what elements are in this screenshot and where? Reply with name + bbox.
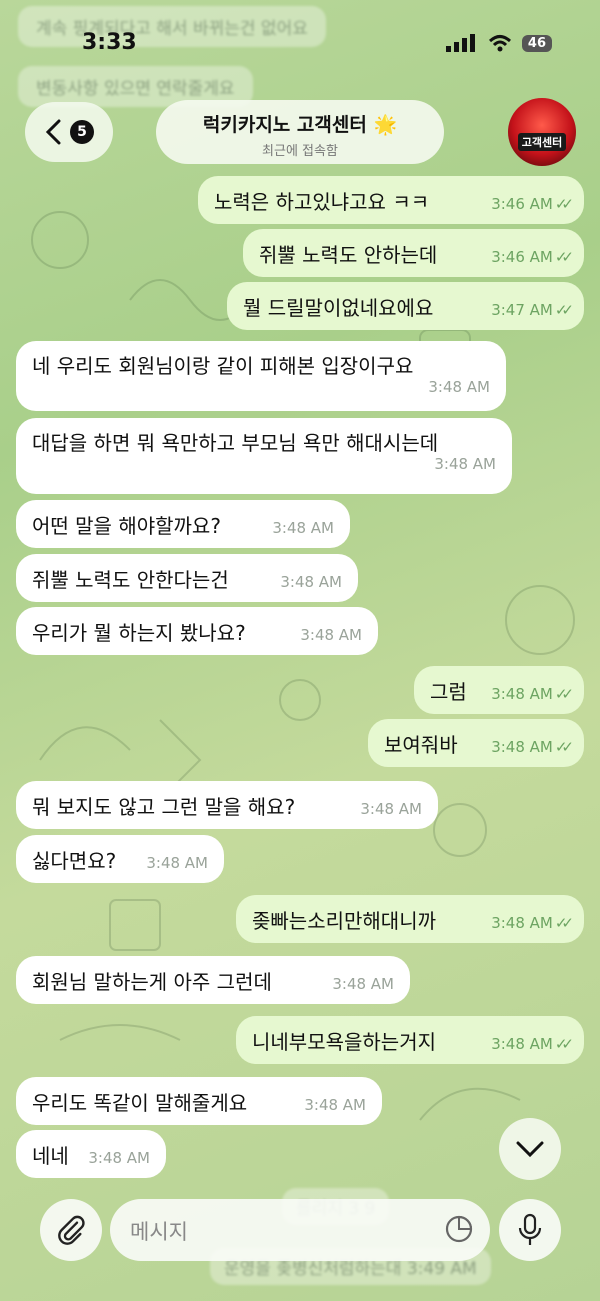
chat-title: 럭키카지노 고객센터 🌟 bbox=[202, 114, 398, 136]
message-time: 3:48 AM bbox=[491, 738, 553, 756]
message-meta: 3:48 AM ✓✓ bbox=[491, 730, 574, 756]
message-time: 3:48 AM bbox=[434, 455, 496, 473]
read-check-icon: ✓✓ bbox=[554, 195, 574, 213]
message-meta: 3:48 AM bbox=[88, 1141, 150, 1167]
chat-title-area[interactable]: 럭키카지노 고객센터 🌟 최근에 접속함 bbox=[156, 100, 444, 164]
outgoing-message[interactable]: 니네부모욕을하는거지 3:48 AM ✓✓ bbox=[236, 1016, 584, 1064]
incoming-message[interactable]: 회원님 말하는게 아주 그런데 3:48 AM bbox=[16, 956, 410, 1004]
message-text: 회원님 말하는게 아주 그런데 bbox=[32, 969, 272, 994]
message-time: 3:46 AM bbox=[491, 248, 553, 266]
message-time: 3:48 AM bbox=[360, 800, 422, 818]
message-text: 니네부모욕을하는거지 bbox=[252, 1029, 436, 1054]
outgoing-message[interactable]: 노력은 하고있냐고요 ㅋㅋ 3:46 AM ✓✓ bbox=[198, 176, 584, 224]
read-check-icon: ✓✓ bbox=[554, 248, 574, 266]
avatar[interactable]: 고객센터 bbox=[508, 98, 576, 166]
message-text: 우리가 뭘 하는지 봤나요? bbox=[32, 620, 246, 645]
incoming-message[interactable]: 쥐뿔 노력도 안한다는건 3:48 AM bbox=[16, 554, 358, 602]
message-meta: 3:48 AM bbox=[280, 565, 342, 591]
message-time: 3:48 AM bbox=[88, 1149, 150, 1167]
message-time: 3:47 AM bbox=[491, 301, 553, 319]
message-meta: 3:48 AM bbox=[304, 1088, 366, 1114]
back-button[interactable]: 5 bbox=[25, 102, 113, 162]
message-text: 노력은 하고있냐고요 ㅋㅋ bbox=[214, 189, 430, 214]
status-bar: 3:33 46 bbox=[0, 0, 600, 80]
message-text: 좆빠는소리만해대니까 bbox=[252, 908, 436, 933]
incoming-message[interactable]: 네 우리도 회원님이랑 같이 피해본 입장이구요 3:48 AM bbox=[16, 341, 506, 411]
chevron-left-icon bbox=[45, 119, 61, 145]
incoming-message[interactable]: 어떤 말을 해야할까요? 3:48 AM bbox=[16, 500, 350, 548]
message-time: 3:48 AM bbox=[300, 626, 362, 644]
read-check-icon: ✓✓ bbox=[554, 1035, 574, 1053]
message-meta: 3:48 AM bbox=[428, 378, 490, 396]
message-meta: 3:48 AM bbox=[146, 846, 208, 872]
message-text: 네 우리도 회원님이랑 같이 피해본 입장이구요 bbox=[32, 354, 414, 378]
incoming-message[interactable]: 우리가 뭘 하는지 봤나요? 3:48 AM bbox=[16, 607, 378, 655]
message-time: 3:48 AM bbox=[491, 685, 553, 703]
message-text: 싫다면요? bbox=[32, 848, 117, 873]
incoming-message[interactable]: 싫다면요? 3:48 AM bbox=[16, 835, 224, 883]
read-check-icon: ✓✓ bbox=[554, 914, 574, 932]
message-input-placeholder: 메시지 bbox=[130, 1220, 188, 1244]
microphone-icon bbox=[518, 1213, 542, 1245]
message-text: 네네 bbox=[32, 1143, 69, 1168]
message-meta: 3:48 AM bbox=[360, 792, 422, 818]
message-meta: 3:48 AM bbox=[272, 511, 334, 537]
message-time: 3:48 AM bbox=[304, 1096, 366, 1114]
chat-subtitle: 최근에 접속함 bbox=[262, 144, 338, 159]
message-time: 3:48 AM bbox=[491, 914, 553, 932]
outgoing-message[interactable]: 보여줘바 3:48 AM ✓✓ bbox=[368, 719, 584, 767]
message-meta: 3:46 AM ✓✓ bbox=[491, 240, 574, 266]
incoming-message[interactable]: 대답을 하면 뭐 욕만하고 부모님 욕만 해대시는데 3:48 AM bbox=[16, 418, 512, 494]
message-meta: 3:48 AM bbox=[332, 967, 394, 993]
incoming-message[interactable]: 우리도 똑같이 말해줄게요 3:48 AM bbox=[16, 1077, 382, 1125]
message-meta: 3:46 AM ✓✓ bbox=[491, 187, 574, 213]
message-time: 3:46 AM bbox=[491, 195, 553, 213]
chevron-down-icon bbox=[516, 1141, 544, 1158]
incoming-message[interactable]: 뭐 보지도 않고 그런 말을 해요? 3:48 AM bbox=[16, 781, 438, 829]
message-text: 대답을 하면 뭐 욕만하고 부모님 욕만 해대시는데 bbox=[32, 431, 439, 455]
read-check-icon: ✓✓ bbox=[554, 301, 574, 319]
paperclip-icon bbox=[58, 1215, 85, 1245]
read-check-icon: ✓✓ bbox=[554, 738, 574, 756]
message-time: 3:48 AM bbox=[332, 975, 394, 993]
message-text: 뭘 드릴말이없네요에요 bbox=[243, 295, 434, 320]
sticker-icon[interactable] bbox=[444, 1214, 474, 1244]
message-time: 3:48 AM bbox=[491, 1035, 553, 1053]
scroll-down-button[interactable] bbox=[499, 1118, 561, 1180]
message-meta: 3:47 AM ✓✓ bbox=[491, 293, 574, 319]
message-text: 어떤 말을 해야할까요? bbox=[32, 513, 221, 538]
message-time: 3:48 AM bbox=[428, 378, 490, 396]
signal-icon bbox=[445, 34, 475, 52]
message-time: 3:48 AM bbox=[272, 519, 334, 537]
chat-header: 5 럭키카지노 고객센터 🌟 최근에 접속함 고객센터 bbox=[0, 98, 600, 168]
message-text: 뭐 보지도 않고 그런 말을 해요? bbox=[32, 794, 296, 819]
message-time: 3:48 AM bbox=[146, 854, 208, 872]
outgoing-message[interactable]: 좆빠는소리만해대니까 3:48 AM ✓✓ bbox=[236, 895, 584, 943]
message-meta: 3:48 AM bbox=[300, 618, 362, 644]
outgoing-message[interactable]: 그럼 3:48 AM ✓✓ bbox=[414, 666, 584, 714]
composer: 메시지 bbox=[0, 1196, 600, 1266]
voice-record-button[interactable] bbox=[499, 1199, 561, 1261]
message-text: 쥐뿔 노력도 안한다는건 bbox=[32, 567, 229, 592]
message-input[interactable]: 메시지 bbox=[110, 1199, 490, 1261]
outgoing-message[interactable]: 쥐뿔 노력도 안하는데 3:46 AM ✓✓ bbox=[243, 229, 584, 277]
message-meta: 3:48 AM ✓✓ bbox=[491, 677, 574, 703]
status-time: 3:33 bbox=[82, 30, 137, 55]
message-time: 3:48 AM bbox=[280, 573, 342, 591]
message-text: 그럼 bbox=[430, 679, 467, 704]
message-text: 우리도 똑같이 말해줄게요 bbox=[32, 1090, 248, 1115]
message-meta: 3:48 AM bbox=[434, 455, 496, 473]
avatar-label: 고객센터 bbox=[517, 133, 567, 151]
incoming-message[interactable]: 네네 3:48 AM bbox=[16, 1130, 166, 1178]
wifi-icon bbox=[488, 35, 511, 52]
outgoing-message[interactable]: 뭘 드릴말이없네요에요 3:47 AM ✓✓ bbox=[227, 282, 584, 330]
message-text: 보여줘바 bbox=[384, 732, 458, 757]
read-check-icon: ✓✓ bbox=[554, 685, 574, 703]
message-text: 쥐뿔 노력도 안하는데 bbox=[259, 242, 438, 267]
unread-badge: 5 bbox=[70, 120, 94, 144]
battery-indicator: 46 bbox=[521, 34, 552, 52]
attach-button[interactable] bbox=[40, 1199, 102, 1261]
message-meta: 3:48 AM ✓✓ bbox=[491, 1027, 574, 1053]
message-meta: 3:48 AM ✓✓ bbox=[491, 906, 574, 932]
